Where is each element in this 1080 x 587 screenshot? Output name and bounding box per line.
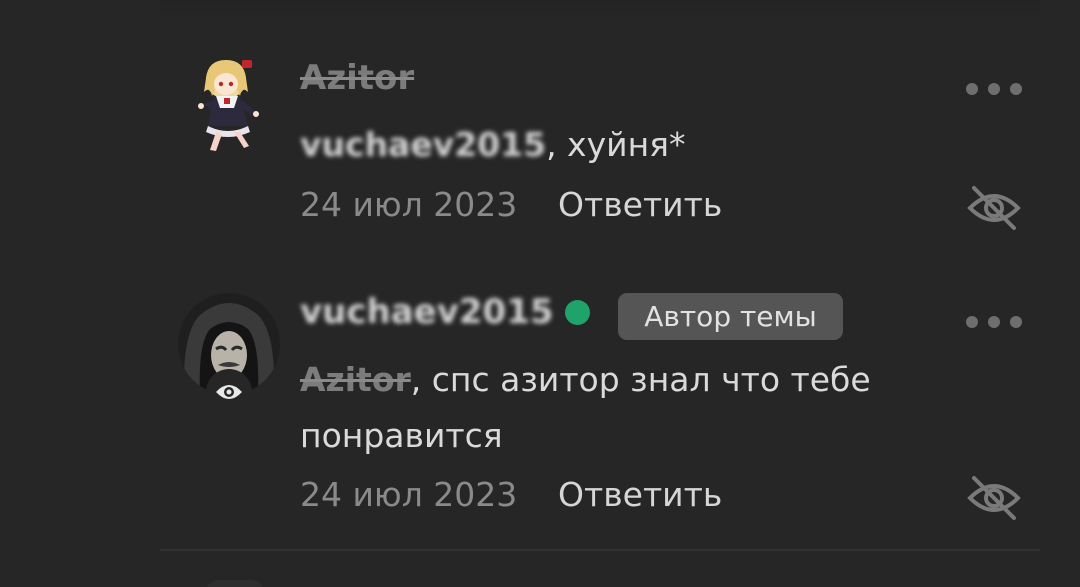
comment-thread: Azitor vuchaev2015, хуйня* 24 июл 2023 О… <box>0 0 1080 587</box>
divider <box>160 549 1040 551</box>
avatar[interactable] <box>186 52 272 154</box>
reply-button[interactable]: Ответить <box>558 475 722 514</box>
mention-link[interactable]: vuchaev2015 <box>300 125 546 164</box>
eye-off-icon[interactable] <box>966 180 1022 236</box>
comment-item: Azitor vuchaev2015, хуйня* 24 июл 2023 О… <box>0 0 1080 260</box>
dot <box>1010 83 1022 95</box>
comment-body: , спс азитор знал что тебе <box>410 360 871 399</box>
comment-date: 24 июл 2023 <box>300 185 518 224</box>
next-avatar-peek <box>205 580 265 587</box>
comment-text: vuchaev2015, хуйня* <box>300 118 686 172</box>
online-status-indicator <box>565 300 590 325</box>
eye-icon <box>206 369 252 415</box>
comment-body: , хуйня* <box>546 125 686 164</box>
dot <box>1010 316 1022 328</box>
comment-date: 24 июл 2023 <box>300 475 518 514</box>
more-options-icon[interactable] <box>966 82 1022 96</box>
eye-off-icon[interactable] <box>966 470 1022 526</box>
comment-text: Azitor, спс азитор знал что тебе <box>300 353 871 407</box>
mention-link[interactable]: Azitor <box>300 360 411 399</box>
dot <box>966 83 978 95</box>
dot <box>988 316 1000 328</box>
topic-author-badge: Автор темы <box>618 293 843 340</box>
comment-text-line2: понравится <box>300 416 503 455</box>
comment-username[interactable]: Azitor <box>300 58 414 98</box>
reply-button[interactable]: Ответить <box>558 185 722 224</box>
dot <box>988 83 1000 95</box>
dot <box>966 316 978 328</box>
comment-username[interactable]: vuchaev2015 <box>300 292 554 332</box>
more-options-icon[interactable] <box>966 315 1022 329</box>
